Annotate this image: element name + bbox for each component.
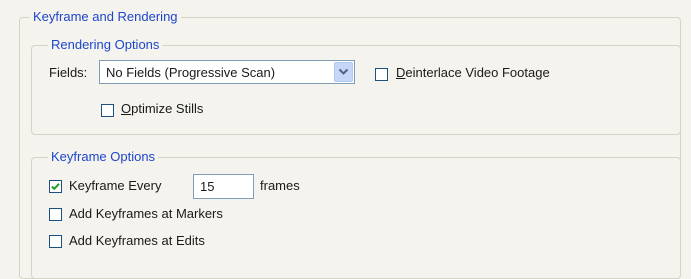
keyframe-interval-input[interactable]: 15: [193, 174, 254, 199]
optimize-stills-label-rest: ptimize Stills: [131, 101, 204, 116]
add-keyframes-edits-label: Add Keyframes at Edits: [69, 233, 205, 248]
keyframe-and-rendering-title: Keyframe and Rendering: [30, 9, 181, 25]
optimize-stills-mnemonic: O: [121, 101, 132, 116]
deinterlace-mnemonic: D: [396, 65, 406, 80]
deinterlace-label: Deinterlace Video Footage: [396, 64, 550, 82]
fields-select[interactable]: No Fields (Progressive Scan): [99, 60, 355, 84]
frames-label: frames: [260, 178, 300, 193]
keyframe-options-title: Keyframe Options: [48, 149, 159, 165]
chevron-down-icon: [338, 68, 349, 75]
deinterlace-checkbox[interactable]: [375, 68, 388, 81]
keyframe-every-label: Keyframe Every: [69, 178, 162, 193]
keyframe-every-checkbox[interactable]: [49, 180, 62, 193]
checkmark-icon: [51, 183, 60, 191]
keyframe-interval-value: 15: [200, 179, 215, 194]
fields-dropdown-button[interactable]: [334, 62, 353, 82]
rendering-options-title: Rendering Options: [48, 37, 163, 53]
add-keyframes-edits-checkbox[interactable]: [49, 235, 62, 248]
fields-select-value: No Fields (Progressive Scan): [106, 65, 276, 80]
add-keyframes-markers-checkbox[interactable]: [49, 208, 62, 221]
optimize-stills-label: Optimize Stills: [121, 100, 203, 118]
rendering-options-group: Rendering Options: [31, 37, 681, 135]
fields-label: Fields:: [49, 65, 88, 80]
deinterlace-label-rest: einterlace Video Footage: [405, 65, 550, 80]
add-keyframes-markers-label: Add Keyframes at Markers: [69, 206, 223, 221]
optimize-stills-checkbox[interactable]: [101, 104, 114, 117]
